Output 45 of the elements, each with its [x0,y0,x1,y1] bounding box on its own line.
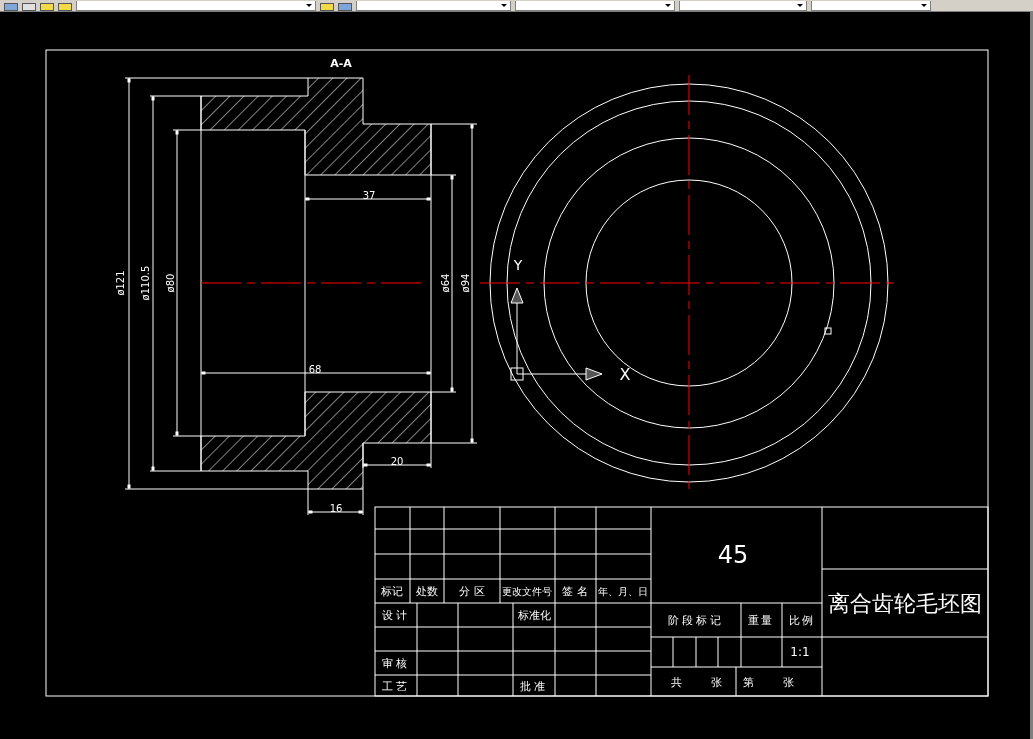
dropdown-field[interactable] [811,1,931,11]
row-label: 工艺 [382,679,410,693]
axis-label: X [619,364,631,384]
caret-icon [306,4,312,7]
column-header: 更改文件号 [502,585,552,597]
dimension-text: ø64 [439,273,451,293]
row-label: 批准 [520,679,548,693]
row-label: 设计 [382,608,410,622]
column-header: 重量 [748,613,774,627]
ucs-axes-icon [510,287,603,381]
sheet-label: 张 [710,675,722,689]
dimension-text: 37 [362,189,376,201]
dimension-text: 20 [390,455,404,467]
dropdown-field[interactable] [356,1,511,11]
dimension-text: ø110.5 [139,265,151,301]
dropdown-field[interactable] [76,1,316,11]
scale-value: 1:1 [790,645,810,659]
column-header: 处数 [416,584,438,598]
caret-icon [797,4,803,7]
sheet-label: 共 [670,675,682,689]
dropdown-field[interactable] [515,1,675,11]
caret-icon [501,4,507,7]
column-header: 阶段标记 [668,613,724,627]
row-label: 标准化 [517,608,551,622]
column-header: 签 名 [562,584,588,598]
axis-label: Y [513,257,523,273]
caret-icon [665,4,671,7]
drawing-title: 离合齿轮毛坯图 [828,590,982,616]
sheet-label: 张 [782,675,794,689]
caret-icon [921,4,927,7]
column-header: 分 区 [459,584,485,598]
grip-marker[interactable] [824,327,832,335]
dimension-text: 16 [329,502,343,514]
dimension-text: 68 [308,363,322,375]
material-text: 45 [717,541,749,569]
row-label: 审核 [382,656,410,670]
column-header: 年、月、日 [598,585,648,597]
dimension-text: ø80 [164,273,176,293]
column-header: 比例 [789,613,815,627]
column-header: 标记 [381,584,403,598]
dimension-text: ø121 [114,270,126,296]
dropdown-field[interactable] [679,1,807,11]
section-title: A-A [330,56,352,70]
sheet-label: 第 [742,675,754,689]
dimension-text: ø94 [459,273,471,293]
